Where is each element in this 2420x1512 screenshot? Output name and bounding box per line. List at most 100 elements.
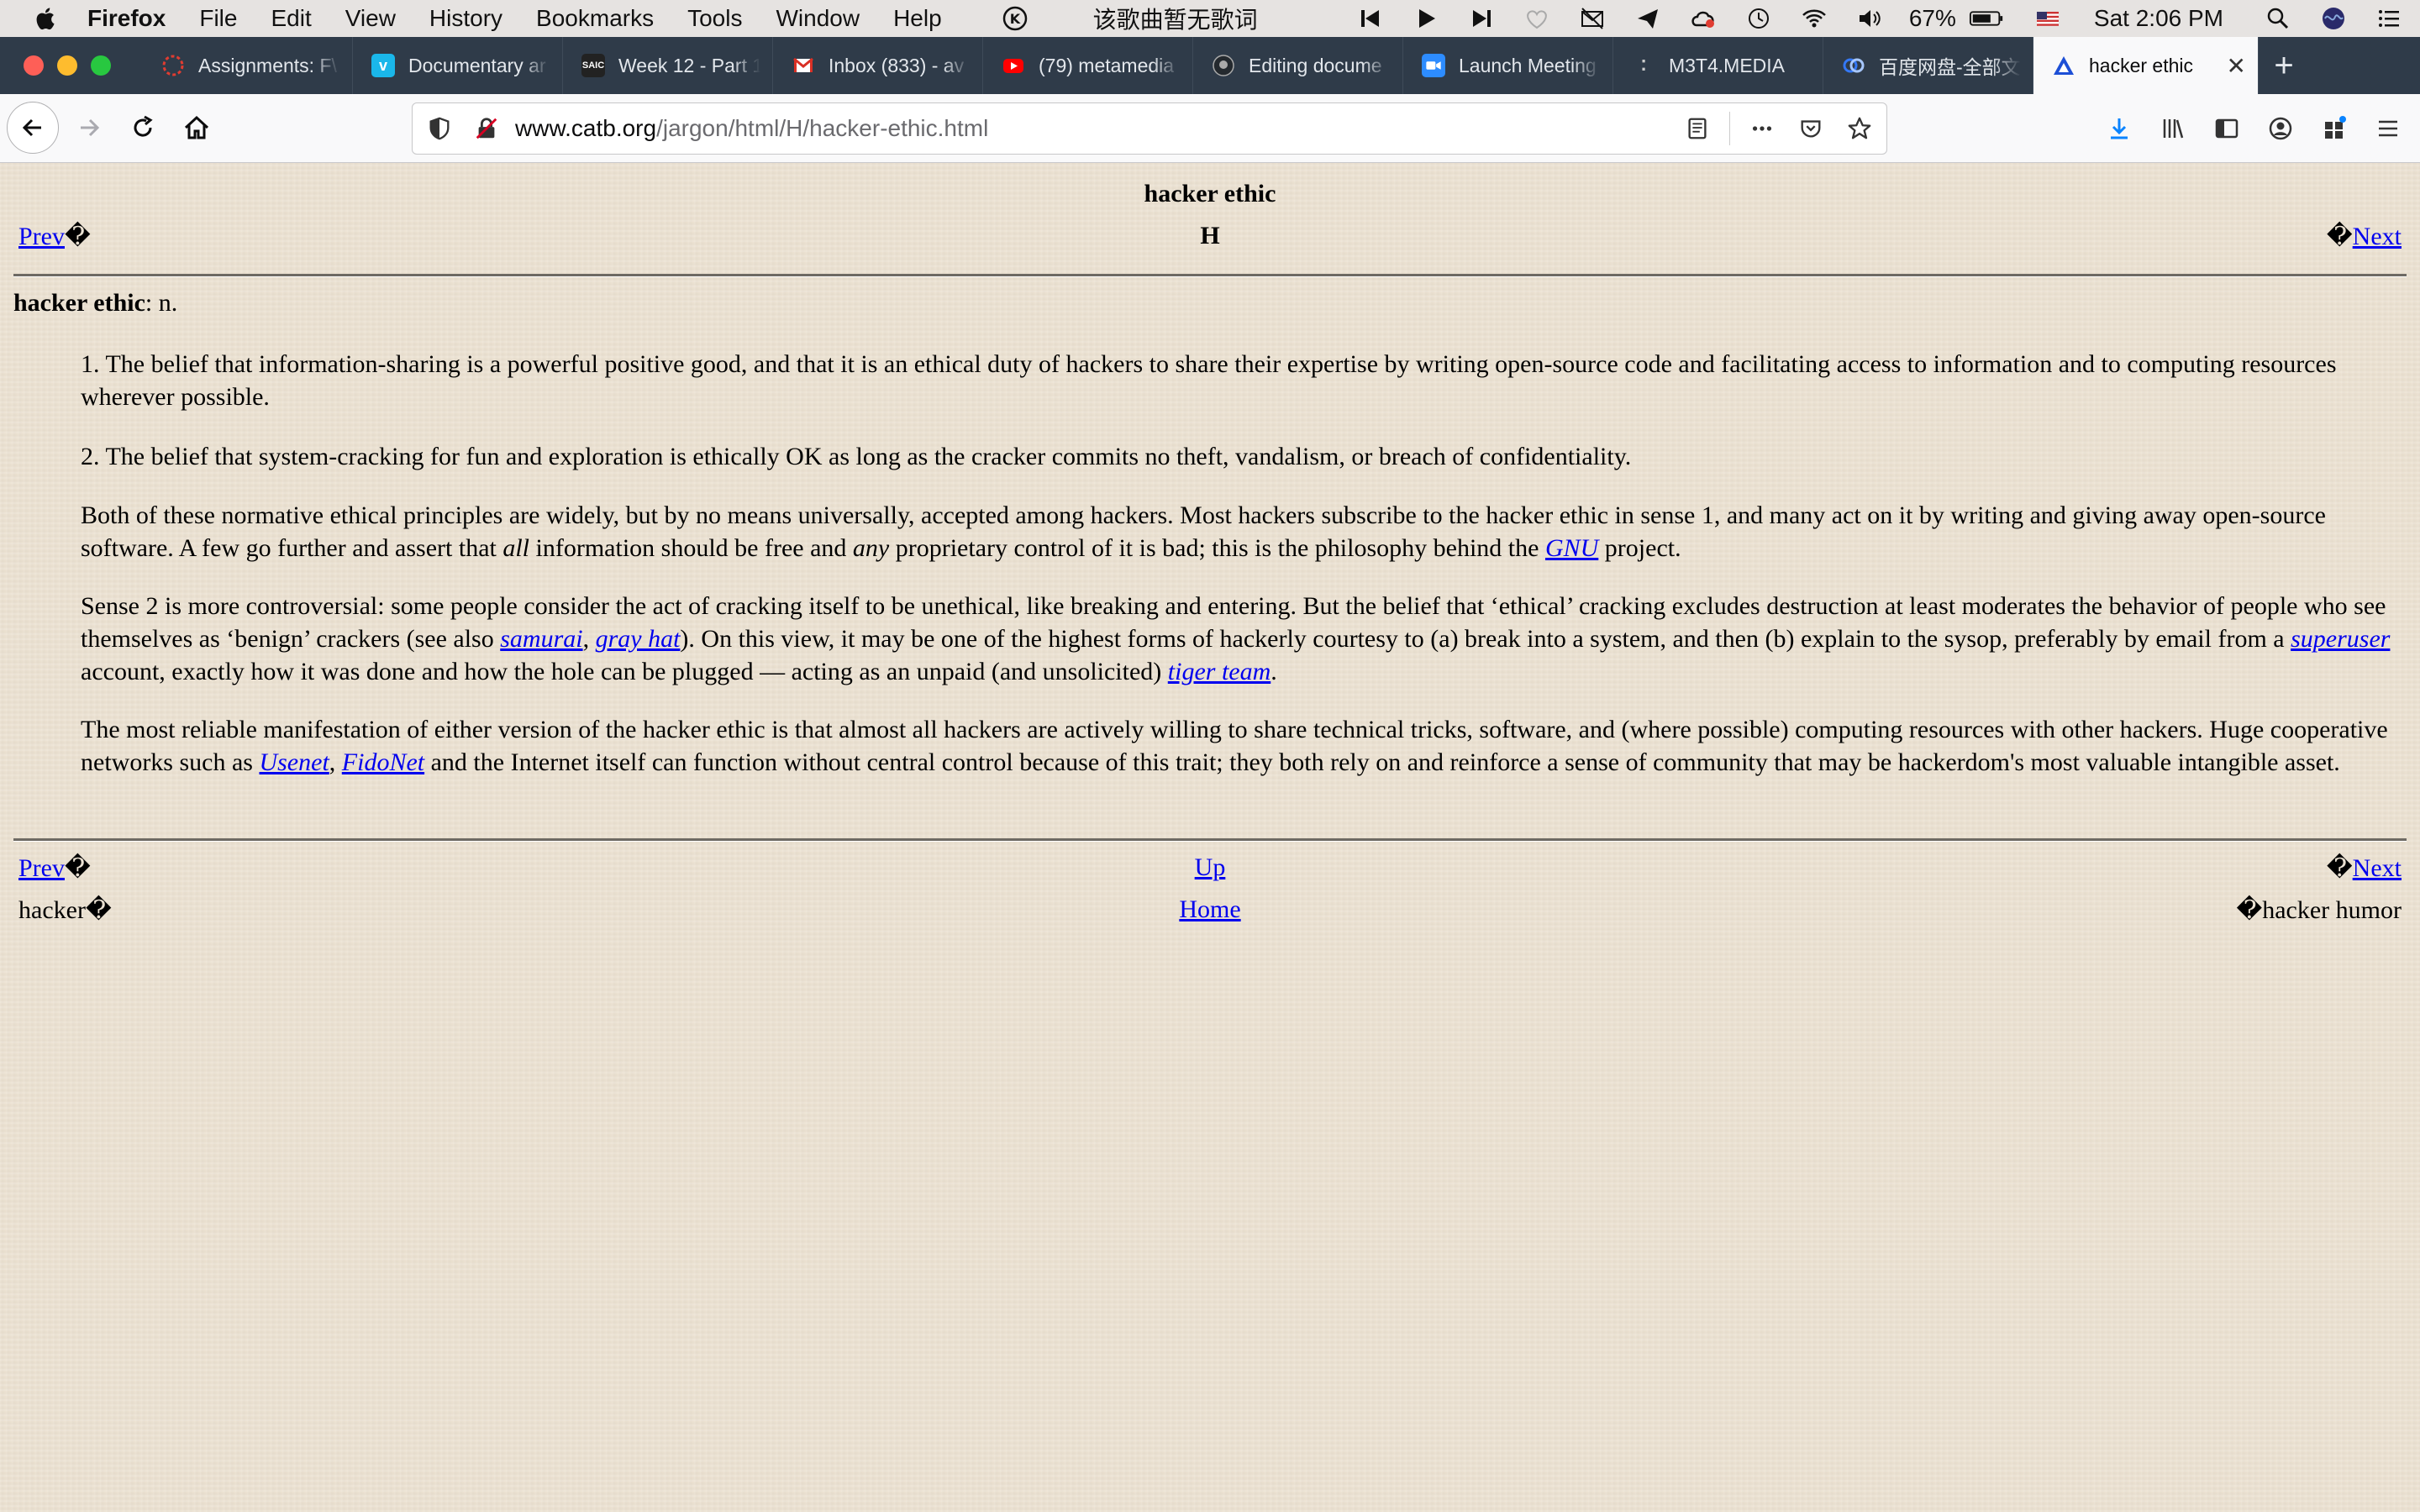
page-actions-icon[interactable] bbox=[1745, 112, 1779, 145]
forward-button[interactable] bbox=[64, 102, 114, 153]
sidebar-icon[interactable] bbox=[2210, 112, 2244, 145]
replacement-char: � bbox=[2236, 896, 2263, 924]
menu-tools[interactable]: Tools bbox=[687, 5, 742, 32]
url-host: www.catb.org bbox=[515, 115, 657, 141]
usenet-link[interactable]: Usenet bbox=[259, 748, 329, 776]
tab-week-12[interactable]: SAIC Week 12 - Part 1 bbox=[563, 37, 773, 94]
shield-icon[interactable] bbox=[424, 113, 455, 144]
canvas-icon bbox=[161, 54, 185, 77]
header-divider bbox=[13, 274, 2407, 277]
samurai-link[interactable]: samurai bbox=[500, 625, 582, 653]
window-controls bbox=[0, 37, 143, 94]
menu-app-firefox[interactable]: Firefox bbox=[87, 5, 166, 32]
macos-menu-bar: Firefox File Edit View History Bookmarks… bbox=[0, 0, 2420, 37]
downloads-icon[interactable] bbox=[2102, 112, 2136, 145]
lyrics-status-text[interactable]: 该歌曲暂无歌词 bbox=[1093, 2, 1258, 35]
url-text[interactable]: www.catb.org/jargon/html/H/hacker-ethic.… bbox=[515, 115, 988, 142]
minimize-window-button[interactable] bbox=[57, 55, 77, 76]
paragraph-principles: Both of these normative ethical principl… bbox=[81, 499, 2408, 564]
tab-label: Editing docume bbox=[1249, 54, 1382, 76]
home-link[interactable]: Home bbox=[1179, 895, 1240, 923]
notification-center-icon[interactable] bbox=[2375, 4, 2403, 33]
siri-icon[interactable] bbox=[2319, 4, 2348, 33]
text-run: project. bbox=[1598, 534, 1681, 562]
battery-icon[interactable] bbox=[1968, 4, 2007, 33]
creative-cloud-icon[interactable] bbox=[1689, 4, 1718, 33]
apple-menu-icon[interactable] bbox=[34, 5, 59, 32]
heart-icon[interactable] bbox=[1523, 4, 1551, 33]
pocket-icon[interactable] bbox=[1794, 112, 1828, 145]
spotlight-search-icon[interactable] bbox=[2264, 4, 2292, 33]
tab-baidu-pan[interactable]: 百度网盘-全部文 bbox=[1823, 37, 2033, 94]
url-bar[interactable]: www.catb.org/jargon/html/H/hacker-ethic.… bbox=[412, 102, 1887, 155]
previous-track-icon[interactable] bbox=[1356, 4, 1385, 33]
play-icon[interactable] bbox=[1412, 4, 1440, 33]
reload-icon bbox=[134, 115, 153, 137]
new-tab-button[interactable]: + bbox=[2259, 37, 2309, 94]
time-machine-icon[interactable] bbox=[1744, 4, 1773, 33]
browser-tab-strip: Assignments: F\ v Documentary ar SAIC We… bbox=[0, 37, 2420, 94]
library-icon[interactable] bbox=[2156, 112, 2190, 145]
paragraph-manifestation: The most reliable manifestation of eithe… bbox=[81, 713, 2408, 779]
tab-inbox[interactable]: Inbox (833) - av bbox=[773, 37, 983, 94]
zoom-window-button[interactable] bbox=[91, 55, 111, 76]
catb-icon bbox=[2052, 54, 2075, 77]
tab-editing-document[interactable]: Editing docume bbox=[1193, 37, 1403, 94]
superuser-link[interactable]: superuser bbox=[2291, 625, 2390, 653]
reload-button[interactable] bbox=[118, 102, 168, 153]
gray-hat-link[interactable]: gray hat bbox=[596, 625, 681, 653]
close-tab-icon[interactable]: ✕ bbox=[2227, 52, 2246, 80]
url-bar-separator bbox=[1729, 112, 1730, 145]
text-run: and the Internet itself can function wit… bbox=[424, 748, 2340, 776]
next-track-icon[interactable] bbox=[1467, 4, 1496, 33]
text-run: proprietary control of it is bad; this i… bbox=[889, 534, 1545, 562]
tiger-team-link[interactable]: tiger team bbox=[1168, 658, 1270, 685]
menu-file[interactable]: File bbox=[199, 5, 237, 32]
mail-off-icon[interactable] bbox=[1578, 4, 1607, 33]
emphasis-all: all bbox=[502, 534, 530, 562]
tab-m3t4-media[interactable]: ⁚ M3T4.MEDIA bbox=[1613, 37, 1823, 94]
fidonet-link[interactable]: FidoNet bbox=[342, 748, 424, 776]
gnu-link[interactable]: GNU bbox=[1545, 534, 1598, 562]
tab-youtube[interactable]: (79) metamedia bbox=[983, 37, 1193, 94]
menu-help[interactable]: Help bbox=[893, 5, 942, 32]
extensions-icon[interactable] bbox=[2317, 112, 2351, 145]
hamburger-menu-icon[interactable] bbox=[2371, 112, 2405, 145]
menu-edit[interactable]: Edit bbox=[271, 5, 311, 32]
account-icon[interactable] bbox=[2264, 112, 2297, 145]
page-title: hacker ethic bbox=[1144, 180, 1276, 207]
menu-bookmarks[interactable]: Bookmarks bbox=[536, 5, 654, 32]
k-app-icon[interactable]: K bbox=[1001, 4, 1029, 33]
volume-icon[interactable] bbox=[1855, 4, 1884, 33]
send-icon[interactable] bbox=[1634, 4, 1662, 33]
menu-history[interactable]: History bbox=[429, 5, 502, 32]
menu-bar-clock[interactable]: Sat 2:06 PM bbox=[2094, 5, 2223, 32]
us-flag-icon[interactable] bbox=[2033, 4, 2062, 33]
saic-icon: SAIC bbox=[581, 54, 605, 77]
tab-assignments[interactable]: Assignments: F\ bbox=[143, 37, 353, 94]
tab-launch-meeting[interactable]: Launch Meeting bbox=[1403, 37, 1613, 94]
up-link[interactable]: Up bbox=[1195, 853, 1226, 881]
battery-percentage: 67% bbox=[1908, 5, 1956, 31]
footer-next-link[interactable]: Next bbox=[2353, 854, 2402, 882]
wifi-icon[interactable] bbox=[1800, 4, 1828, 33]
tab-documentary[interactable]: v Documentary ar bbox=[353, 37, 563, 94]
menu-view[interactable]: View bbox=[345, 5, 396, 32]
insecure-lock-icon[interactable] bbox=[471, 113, 502, 144]
tab-label: Launch Meeting bbox=[1459, 54, 1597, 76]
reader-view-icon[interactable] bbox=[1681, 112, 1714, 145]
home-button[interactable] bbox=[171, 102, 222, 153]
close-window-button[interactable] bbox=[24, 55, 44, 76]
entry-term: hacker ethic bbox=[13, 289, 145, 317]
bookmark-star-icon[interactable] bbox=[1843, 112, 1876, 145]
footer-divider bbox=[13, 838, 2407, 842]
footer-home-nav: Home bbox=[0, 895, 2420, 924]
next-link[interactable]: Next bbox=[2353, 223, 2402, 250]
text-run: , bbox=[329, 748, 342, 776]
back-button[interactable] bbox=[7, 102, 59, 154]
sense-1: 1. The belief that information-sharing i… bbox=[81, 350, 2337, 411]
paragraph-sense-2: Sense 2 is more controversial: some peop… bbox=[81, 590, 2408, 688]
tab-hacker-ethic[interactable]: hacker ethic ✕ bbox=[2033, 37, 2259, 94]
menu-window[interactable]: Window bbox=[776, 5, 860, 32]
text-run: . bbox=[1270, 658, 1277, 685]
